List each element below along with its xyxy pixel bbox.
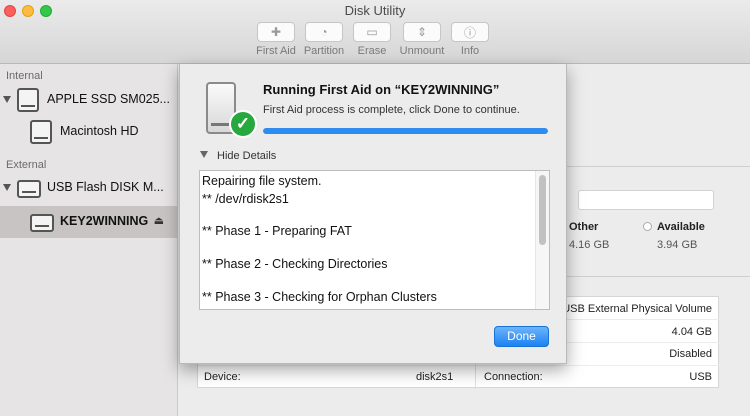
- unmount-icon[interactable]: ⇕: [403, 22, 441, 42]
- sidebar-item-label: USB Flash DISK M...: [47, 180, 164, 194]
- partition-icon[interactable]: ◔: [305, 22, 343, 42]
- divider: [567, 166, 750, 167]
- legend-available-size: 3.94 GB: [657, 239, 698, 251]
- log-line: ** Phase 3 - Checking for Orphan Cluster…: [202, 290, 437, 304]
- stethoscope-icon[interactable]: ✚: [257, 22, 295, 42]
- log-line: Repairing file system.: [202, 174, 322, 188]
- log-scrollbar[interactable]: [535, 171, 549, 309]
- legend-available-label: Available: [657, 221, 705, 233]
- sidebar-item-label: KEY2WINNING: [60, 214, 149, 228]
- toolbar-unmount-label: Unmount: [399, 45, 445, 57]
- toolbar-erase[interactable]: ▭ Erase: [345, 22, 399, 57]
- first-aid-sheet: ✓ Running First Aid on “KEY2WINNING” Fir…: [179, 64, 567, 364]
- hide-details-label: Hide Details: [217, 150, 277, 162]
- hard-drive-icon: [17, 88, 39, 112]
- info-device-value: disk2s1: [416, 371, 454, 383]
- toolbar-info[interactable]: ⓘ Info: [443, 22, 497, 57]
- info-row-divider: [198, 365, 720, 366]
- toolbar-partition[interactable]: ◔ Partition: [297, 22, 351, 57]
- eject-icon[interactable]: ⏏: [154, 214, 164, 227]
- sidebar-header-internal: Internal: [6, 70, 43, 82]
- progress-bar: [263, 128, 548, 134]
- window-title: Disk Utility: [344, 3, 406, 18]
- volume-icon: [30, 120, 52, 144]
- volume-name-field: [578, 190, 714, 210]
- legend-other-size: 4.16 GB: [569, 239, 610, 251]
- disclosure-triangle-icon[interactable]: [3, 184, 11, 191]
- checkmark-icon: ✓: [229, 110, 257, 138]
- dialog-title: Running First Aid on “KEY2WINNING”: [263, 82, 500, 97]
- usb-drive-icon: [17, 180, 41, 198]
- toolbar-first-aid-label: First Aid: [256, 45, 296, 57]
- hide-details-toggle[interactable]: Hide Details: [200, 150, 276, 162]
- disclosure-triangle-icon[interactable]: [3, 96, 11, 103]
- sidebar-item-label: APPLE SSD SM025...: [47, 92, 170, 106]
- toolbar-info-label: Info: [460, 45, 480, 57]
- log-line: ** Phase 1 - Preparing FAT: [202, 224, 352, 238]
- info-location-value: USB External Physical Volume: [562, 303, 712, 315]
- dialog-subtitle: First Aid process is complete, click Don…: [263, 104, 520, 116]
- info-icon[interactable]: ⓘ: [451, 22, 489, 42]
- disclosure-triangle-icon[interactable]: [200, 151, 208, 158]
- title-bar: Disk Utility ✚ First Aid ◔ Partition ▭ E…: [0, 0, 750, 64]
- legend-other-label: Other: [569, 221, 599, 233]
- sidebar-item-label: Macintosh HD: [60, 124, 139, 138]
- divider: [567, 276, 750, 277]
- log-scrollbar-thumb[interactable]: [539, 175, 546, 245]
- log-line: ** /dev/rdisk2s1: [202, 192, 289, 206]
- info-capacity-value: 4.04 GB: [671, 326, 712, 338]
- info-owners-value: Disabled: [669, 348, 712, 360]
- toolbar-unmount[interactable]: ⇕ Unmount: [395, 22, 449, 57]
- erase-icon[interactable]: ▭: [353, 22, 391, 42]
- info-connection-value: USB: [689, 371, 712, 383]
- toolbar-partition-label: Partition: [303, 45, 345, 57]
- sidebar-item-key2winning[interactable]: KEY2WINNING ⏏: [0, 206, 178, 238]
- sidebar-header-external: External: [6, 159, 47, 171]
- details-log[interactable]: Repairing file system. ** /dev/rdisk2s1 …: [199, 170, 550, 310]
- progress-fill: [263, 128, 548, 134]
- sidebar-item-apple-ssd[interactable]: APPLE SSD SM025...: [0, 84, 178, 116]
- log-line: ** Phase 2 - Checking Directories: [202, 257, 388, 271]
- toolbar-erase-label: Erase: [357, 45, 387, 57]
- info-device-label: Device:: [204, 371, 241, 383]
- info-connection-label: Connection:: [484, 371, 543, 383]
- toolbar-first-aid[interactable]: ✚ First Aid: [249, 22, 303, 57]
- sidebar-item-macintosh-hd[interactable]: Macintosh HD: [0, 116, 178, 148]
- volume-icon: [30, 214, 54, 232]
- sidebar: Internal APPLE SSD SM025... Macintosh HD…: [0, 64, 178, 416]
- done-button[interactable]: Done: [494, 326, 549, 347]
- legend-available-swatch: [643, 222, 652, 231]
- sidebar-item-usb-flash-disk[interactable]: USB Flash DISK M...: [0, 172, 178, 204]
